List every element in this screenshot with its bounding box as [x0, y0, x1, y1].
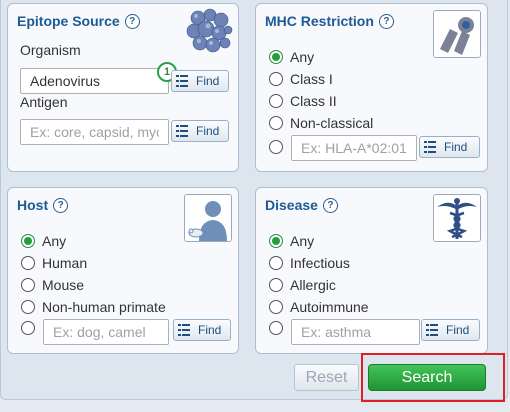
disease-find-button[interactable]: Find: [421, 319, 480, 341]
host-option-label: Non-human primate: [42, 299, 166, 315]
mhc-find-button[interactable]: Find: [419, 136, 480, 158]
disease-find-label: Find: [446, 323, 470, 337]
antigen-input[interactable]: [20, 119, 169, 145]
host-title: Host ?: [17, 197, 69, 213]
host-option-label: Human: [42, 255, 88, 271]
disease-option-label: Allergic: [290, 277, 336, 293]
list-icon: [426, 324, 438, 336]
mhc-custom-radio[interactable]: [269, 140, 283, 154]
organism-find-label: Find: [196, 74, 220, 88]
list-icon: [176, 125, 188, 137]
host-option-label: Any: [42, 233, 67, 249]
disease-option-any[interactable]: Any: [269, 233, 314, 249]
organism-label: Organism: [20, 42, 81, 58]
radio-button[interactable]: [269, 300, 283, 314]
mhc-option-label: Class I: [290, 71, 333, 87]
mhc-option-label: Any: [290, 49, 315, 65]
human-mouse-icon: [184, 194, 232, 242]
mhc-option-label: Class II: [290, 93, 337, 109]
help-icon[interactable]: ?: [378, 13, 394, 29]
search-highlight-box: [361, 353, 505, 402]
disease-option-label: Infectious: [290, 255, 350, 271]
host-custom-input[interactable]: [43, 319, 169, 345]
radio-button[interactable]: [269, 278, 283, 292]
disease-panel: Disease ? Any Infectious Allergic Autoim…: [255, 187, 488, 354]
mhc-restriction-title: MHC Restriction ?: [265, 13, 394, 29]
mhc-restriction-panel: MHC Restriction ? Any Class I Class II N…: [255, 3, 488, 172]
help-icon[interactable]: ?: [53, 197, 69, 213]
disease-option-label: Any: [290, 233, 315, 249]
radio-button[interactable]: [269, 256, 283, 270]
host-panel: Host ? Any Human Mouse Non-human primate…: [7, 187, 239, 354]
host-option-non-human-primate[interactable]: Non-human primate: [21, 299, 166, 315]
mhc-molecule-icon: [433, 10, 481, 58]
disease-option-allergic[interactable]: Allergic: [269, 277, 336, 293]
host-title-text: Host: [17, 197, 49, 213]
mhc-option-class-ii[interactable]: Class II: [269, 93, 337, 109]
mhc-option-any[interactable]: Any: [269, 49, 314, 65]
disease-option-label: Autoimmune: [290, 299, 369, 315]
radio-button[interactable]: [269, 234, 283, 248]
radio-button[interactable]: [269, 72, 283, 86]
list-icon: [178, 324, 190, 336]
organism-find-button[interactable]: Find: [171, 70, 229, 92]
protein-structure-icon: [184, 6, 234, 56]
reset-button[interactable]: Reset: [294, 364, 359, 391]
disease-title: Disease ?: [265, 197, 338, 213]
caduceus-icon: [433, 194, 481, 242]
antigen-label: Antigen: [20, 94, 68, 110]
radio-button[interactable]: [269, 116, 283, 130]
mhc-custom-input[interactable]: [291, 135, 417, 161]
host-option-mouse[interactable]: Mouse: [21, 277, 84, 293]
radio-button[interactable]: [21, 256, 35, 270]
mhc-restriction-title-text: MHC Restriction: [265, 13, 374, 29]
radio-button[interactable]: [21, 278, 35, 292]
list-icon: [176, 75, 188, 87]
mhc-option-non-classical[interactable]: Non-classical: [269, 115, 373, 131]
disease-custom-input[interactable]: [291, 319, 420, 345]
host-option-any[interactable]: Any: [21, 233, 66, 249]
disease-custom-radio[interactable]: [269, 321, 283, 335]
host-option-label: Mouse: [42, 277, 85, 293]
disease-option-infectious[interactable]: Infectious: [269, 255, 350, 271]
host-find-label: Find: [198, 323, 222, 337]
mhc-option-class-i[interactable]: Class I: [269, 71, 333, 87]
organism-input[interactable]: [20, 68, 169, 94]
antigen-find-button[interactable]: Find: [171, 120, 229, 142]
antigen-find-label: Find: [196, 124, 220, 138]
host-find-button[interactable]: Find: [173, 319, 231, 341]
host-option-human[interactable]: Human: [21, 255, 87, 271]
list-icon: [424, 141, 436, 153]
help-icon[interactable]: ?: [124, 13, 140, 29]
epitope-source-title: Epitope Source ?: [17, 13, 140, 29]
host-custom-radio[interactable]: [21, 321, 35, 335]
help-icon[interactable]: ?: [322, 197, 338, 213]
disease-title-text: Disease: [265, 197, 318, 213]
radio-button[interactable]: [269, 50, 283, 64]
radio-button[interactable]: [21, 234, 35, 248]
radio-button[interactable]: [269, 94, 283, 108]
epitope-source-panel: Epitope Source ? Organism 1 Find Antigen: [7, 3, 239, 172]
radio-button[interactable]: [21, 300, 35, 314]
mhc-find-label: Find: [444, 140, 468, 154]
mhc-option-label: Non-classical: [290, 115, 374, 131]
disease-option-autoimmune[interactable]: Autoimmune: [269, 299, 369, 315]
epitope-source-title-text: Epitope Source: [17, 13, 120, 29]
